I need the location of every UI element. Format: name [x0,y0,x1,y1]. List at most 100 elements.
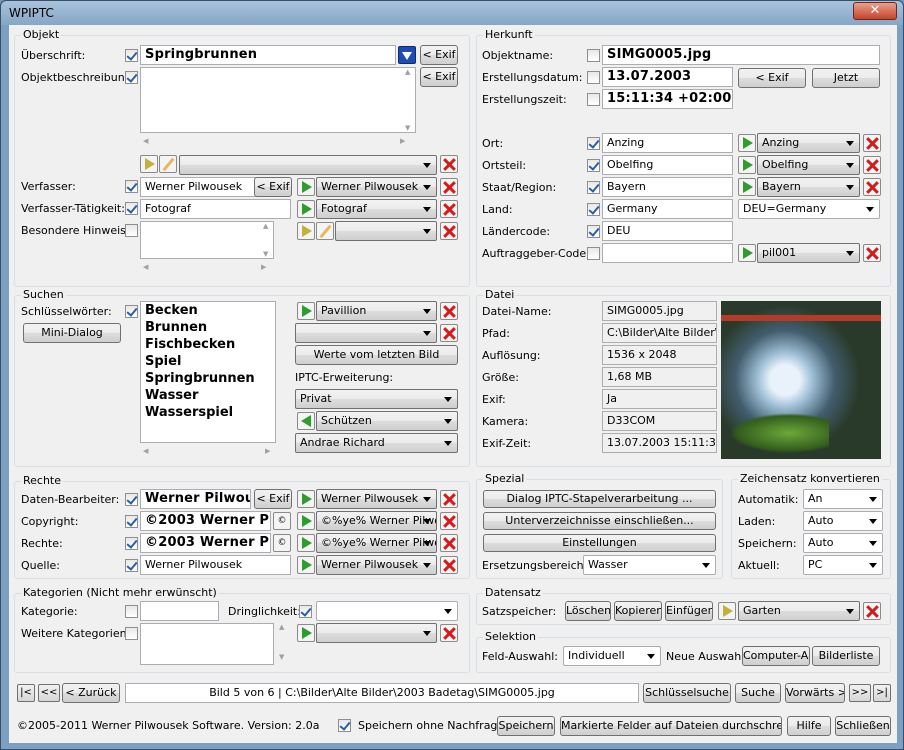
play-icon[interactable] [297,624,315,642]
scrollbar[interactable] [403,68,415,132]
auftraggeber-combo[interactable]: pil001 [757,243,860,263]
copyright-checkbox[interactable] [125,515,138,528]
einfuegen-button[interactable]: Einfügen [665,601,713,621]
laden-combo[interactable]: Auto [803,511,883,531]
taetigkeit-input[interactable]: Fotograf [140,199,291,219]
scroll-right-icon[interactable]: ▶ [261,263,266,273]
delete-icon[interactable] [440,556,458,574]
copyright-combo[interactable]: ©%ye% Werner Pilwousek [316,511,437,531]
objektbeschreibung-textarea[interactable] [140,67,416,133]
land-combo[interactable]: DEU=Germany [738,199,880,219]
auftraggeber-input[interactable] [602,243,733,263]
scroll-left-icon[interactable]: ◀ [143,447,148,457]
verfasser-input[interactable]: Werner Pilwousek [140,177,256,197]
rechte-checkbox[interactable] [125,537,138,550]
delete-icon[interactable] [863,134,881,152]
delete-icon[interactable] [863,156,881,174]
prev-fast-button[interactable]: << [38,684,60,702]
ueberschrift-exif-button[interactable]: < Exif [420,45,458,65]
weitere-kategorien-textarea[interactable] [140,623,274,665]
rechte-input[interactable]: ©2003 Werner Pilwousek [140,533,271,553]
kategorie-checkbox[interactable] [125,605,138,618]
quelle-input[interactable]: Werner Pilwousek [140,555,291,575]
delete-icon[interactable] [863,602,881,620]
suche-button[interactable]: Suche [735,683,781,703]
hilfe-button[interactable]: Hilfe [787,716,831,736]
play-icon[interactable] [297,490,315,508]
einstellungen-button[interactable]: Einstellungen [483,534,716,552]
delete-icon[interactable] [440,624,458,642]
mini-dialog-button[interactable]: Mini-Dialog [23,323,121,343]
arrow-down-icon[interactable] [398,46,416,64]
ortsteil-input[interactable]: Obelfing [602,155,733,175]
ueberschrift-checkbox[interactable] [125,49,138,62]
bilderliste-button[interactable]: Bilderliste [812,646,880,666]
staat-combo[interactable]: Bayern [757,177,860,197]
kopieren-button[interactable]: Kopieren [614,601,662,621]
speichern-ohne-nachfrage-checkbox[interactable] [338,719,351,732]
delete-icon[interactable] [440,178,458,196]
scroll-up-icon[interactable]: ▲ [279,623,284,633]
verfasser-exif-button[interactable]: < Exif [254,177,292,197]
dringlichkeit-checkbox[interactable] [299,605,312,618]
vorwaerts-button[interactable]: Vorwärts > [785,683,845,703]
pencil-icon[interactable] [316,222,334,240]
ort-checkbox[interactable] [587,137,600,150]
copyright-input[interactable]: ©2003 Werner Pilwousek [140,511,271,531]
zeit-checkbox[interactable] [587,93,600,106]
play-icon[interactable] [738,178,756,196]
play-icon[interactable] [140,155,158,173]
beschreibung-exif-button[interactable]: < Exif [420,67,458,87]
computer-auswahl-button[interactable]: Computer-A. [742,646,810,666]
next-fast-button[interactable]: >> [849,684,871,702]
loeschen-button[interactable]: Löschen [565,601,611,621]
photo-preview[interactable] [721,301,881,459]
scroll-left-icon[interactable]: ◀ [143,137,148,147]
delete-icon[interactable] [440,534,458,552]
taetigkeit-combo[interactable]: Fotograf [316,199,437,219]
close-icon[interactable]: ✕ [853,2,897,20]
delete-icon[interactable] [440,490,458,508]
delete-icon[interactable] [440,324,458,342]
delete-icon[interactable] [440,302,458,320]
keyword-item[interactable]: Fischbecken [141,337,275,354]
ortsteil-checkbox[interactable] [587,159,600,172]
land-checkbox[interactable] [587,203,600,216]
ortsteil-combo[interactable]: Obelfing [757,155,860,175]
play-icon[interactable] [297,302,315,320]
ueberschrift-input[interactable]: Springbrunnen [140,45,396,65]
zeit-input[interactable]: 15:11:34 +02:00 [602,89,733,109]
laendercode-input[interactable]: DEU [602,221,733,241]
zurueck-button[interactable]: < Zurück [62,683,120,703]
scroll-down-icon[interactable]: ▼ [279,653,284,663]
scrollbar[interactable] [261,222,273,258]
scroll-right-icon[interactable]: ▶ [265,447,270,457]
laendercode-checkbox[interactable] [587,225,600,238]
keyword-combo[interactable]: Pavillion [316,301,437,321]
jetzt-button[interactable]: Jetzt [812,68,880,88]
markierte-felder-button[interactable]: Markierte Felder auf Dateien durchschrei… [560,716,782,736]
staat-input[interactable]: Bayern [602,177,733,197]
schluesselwoerter-checkbox[interactable] [125,305,138,318]
copyright-icon[interactable]: © [273,512,291,530]
feld-auswahl-combo[interactable]: Individuell [563,646,661,666]
play-icon[interactable] [297,222,315,240]
keyword-item[interactable]: Wasserspiel [141,405,275,422]
hinweise-textarea[interactable] [140,221,274,259]
weitere-kategorien-combo[interactable] [316,623,437,643]
back-icon[interactable] [297,412,315,430]
ort-input[interactable]: Anzing [602,133,733,153]
quelle-combo[interactable]: Werner Pilwousek [316,555,437,575]
automatik-combo[interactable]: An [803,489,883,509]
delete-icon[interactable] [440,155,458,173]
keywords-list[interactable]: Becken Brunnen Fischbecken Spiel Springb… [140,301,276,443]
dringlichkeit-combo[interactable] [316,601,458,621]
delete-icon[interactable] [440,222,458,240]
keyword-item[interactable]: Becken [141,302,275,320]
verfasser-checkbox[interactable] [125,180,138,193]
scroll-left-icon[interactable]: ◀ [143,263,148,273]
keyword-combo-2[interactable] [295,323,437,343]
weitere-kategorien-checkbox[interactable] [125,627,138,640]
play-icon[interactable] [297,534,315,552]
delete-icon[interactable] [440,512,458,530]
